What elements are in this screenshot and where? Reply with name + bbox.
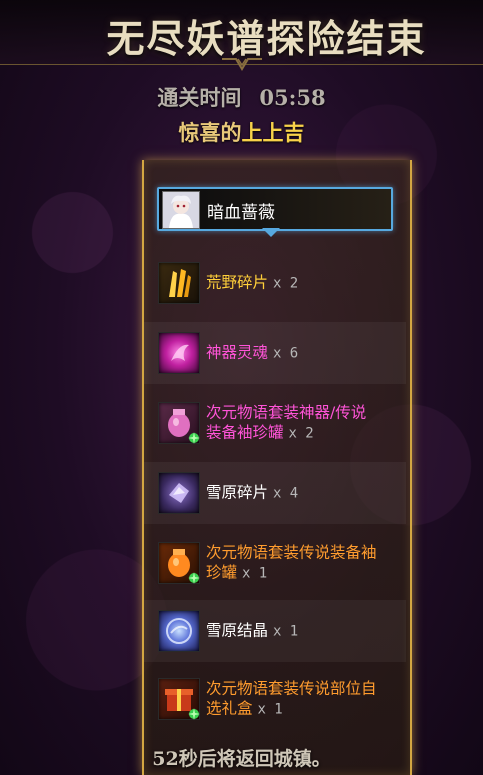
clear-time: 通关时间 05:58 <box>0 82 483 112</box>
title-bar: 无尽妖谱探险结束 <box>0 0 483 71</box>
title-ornament-icon <box>221 58 262 71</box>
reward-text: 雪原结晶 x 1 <box>206 621 402 642</box>
return-countdown: 52秒后将返回城镇。 <box>152 748 331 770</box>
reward-text: 次元物语套装传说部位自 选礼盒 x 1 <box>206 679 402 720</box>
reward-item[interactable]: 雪原碎片 x 4 <box>144 462 406 524</box>
result-title: 无尽妖谱探险结束 <box>106 16 427 61</box>
artifact-jar-icon <box>158 402 200 444</box>
reward-text: 荒野碎片 x 2 <box>206 273 402 294</box>
reward-qty: x 6 <box>272 345 299 362</box>
reward-qty: x 4 <box>272 485 299 502</box>
avatar <box>162 191 200 229</box>
reward-qty: x 2 <box>272 275 299 292</box>
name-pointer-icon <box>262 228 280 237</box>
set-badge-icon <box>188 432 200 444</box>
clear-time-label: 通关时间 <box>157 85 242 110</box>
luck-prefix: 惊喜的 <box>178 120 242 145</box>
reward-name-line1: 次元物语套装传说部位自 <box>206 679 377 698</box>
reward-item[interactable]: 次元物语套装传说部位自 选礼盒 x 1 <box>144 668 406 730</box>
reward-item[interactable]: 神器灵魂 x 6 <box>144 322 406 384</box>
set-badge-icon <box>188 708 200 720</box>
reward-name-line1: 次元物语套装神器/传说 <box>206 403 367 422</box>
set-badge-icon <box>188 572 200 584</box>
luck-highlight: 上上吉 <box>241 120 305 145</box>
reward-qty: x 1 <box>257 701 283 718</box>
snow-shard-icon <box>158 472 200 514</box>
reward-qty: x 1 <box>272 623 299 640</box>
reward-item[interactable]: 雪原结晶 x 1 <box>144 600 406 662</box>
reward-name-line1: 次元物语套装传说装备袖 <box>206 543 377 562</box>
reward-text: 次元物语套装传说装备袖 珍罐 x 1 <box>206 543 402 584</box>
reward-name-line2: 珍罐 <box>206 563 238 582</box>
reward-qty: x 1 <box>241 565 268 582</box>
reward-text: 次元物语套装神器/传说 装备袖珍罐 x 2 <box>206 403 402 444</box>
golden-shard-icon <box>158 262 200 304</box>
character-portrait-icon <box>163 192 199 228</box>
reward-item[interactable]: 次元物语套装神器/传说 装备袖珍罐 x 2 <box>144 392 406 454</box>
legendary-jar-icon <box>158 542 200 584</box>
reward-qty: x 2 <box>288 425 314 442</box>
clear-time-value: 05:58 <box>259 85 326 110</box>
character-name-box[interactable]: 暗血蔷薇 <box>157 187 393 231</box>
luck-rating: 惊喜的上上吉 <box>0 117 483 147</box>
character-name: 暗血蔷薇 <box>207 203 275 223</box>
reward-text: 神器灵魂 x 6 <box>206 343 402 364</box>
gift-box-icon <box>158 678 200 720</box>
reward-text: 雪原碎片 x 4 <box>206 483 402 504</box>
reward-name: 荒野碎片 <box>206 273 269 292</box>
reward-name: 神器灵魂 <box>206 343 269 362</box>
reward-name: 雪原结晶 <box>206 621 269 640</box>
reward-item[interactable]: 次元物语套装传说装备袖 珍罐 x 1 <box>144 532 406 594</box>
reward-name-line2: 装备袖珍罐 <box>206 423 284 442</box>
artifact-soul-icon <box>158 332 200 374</box>
reward-name: 雪原碎片 <box>206 483 269 502</box>
snow-crystal-icon <box>158 610 200 652</box>
reward-item[interactable]: 荒野碎片 x 2 <box>144 252 406 314</box>
reward-name-line2: 选礼盒 <box>206 699 253 718</box>
